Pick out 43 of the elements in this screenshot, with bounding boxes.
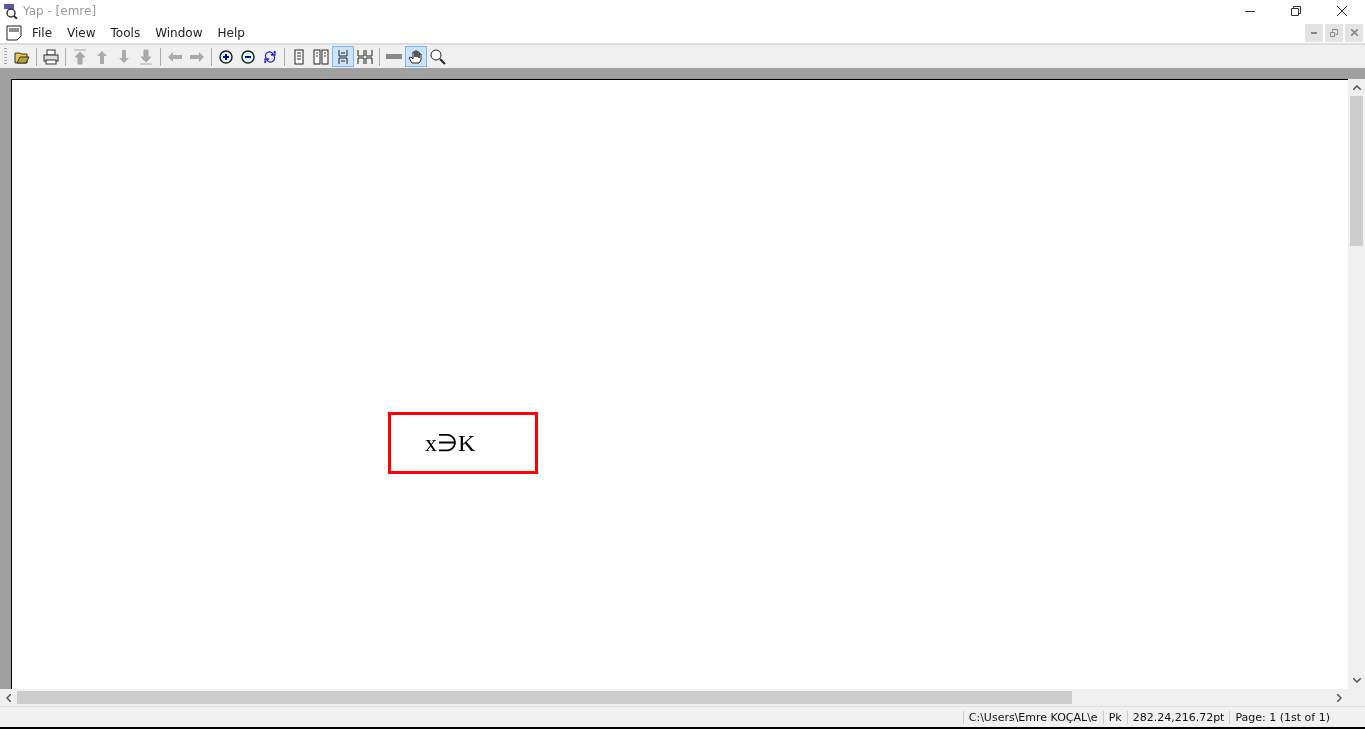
menu-item[interactable]: Tools	[103, 25, 149, 40]
close-icon	[1337, 6, 1347, 16]
magnifier-icon	[430, 48, 446, 65]
app-logo-icon	[3, 3, 19, 19]
menu-item[interactable]: File	[25, 25, 61, 40]
hand-icon	[408, 48, 424, 65]
restore-icon	[1291, 6, 1301, 16]
continuous-two-pages-icon	[357, 48, 373, 65]
vertical-scrollbar-thumb[interactable]	[1350, 96, 1363, 246]
ruler-icon	[386, 54, 402, 59]
zoom-out-icon	[240, 48, 256, 65]
status-field: 282.24,216.72pt	[1126, 710, 1230, 724]
child-minimize-button[interactable]	[1305, 23, 1323, 42]
status-field: C:\Users\Emre KOÇAL\e	[962, 710, 1103, 724]
chevron-down-icon	[1352, 678, 1361, 683]
status-field: Pk	[1102, 710, 1127, 724]
restore-icon	[1330, 28, 1338, 37]
arrow-down-bar-icon	[138, 48, 154, 65]
arrow-up-bar-icon	[72, 48, 88, 65]
horizontal-scrollbar-thumb[interactable]	[17, 691, 1072, 704]
toolbar-button[interactable]	[405, 46, 427, 67]
minimize-icon	[1245, 10, 1255, 12]
math-formula: x∋K	[388, 412, 538, 474]
chevron-up-icon	[1352, 85, 1361, 90]
child-close-button[interactable]	[1345, 23, 1363, 42]
child-restore-button[interactable]	[1325, 23, 1343, 42]
printer-icon	[43, 48, 59, 65]
continuous-page-icon	[335, 48, 351, 65]
status-field: Page: 1 (1st of 1)	[1229, 710, 1335, 724]
two-pages-icon	[313, 48, 329, 65]
menu-item[interactable]: Window	[148, 25, 211, 40]
menu-item[interactable]: View	[60, 25, 104, 40]
close-icon	[1350, 29, 1358, 36]
minimize-icon	[1311, 31, 1317, 34]
document-icon[interactable]	[6, 24, 22, 41]
chevron-right-icon	[1337, 693, 1342, 702]
toolbar-button[interactable]	[40, 46, 62, 67]
zoom-in-icon	[218, 48, 234, 65]
chevron-left-icon	[6, 693, 11, 702]
window-title: Yap - [emre]	[23, 4, 98, 18]
refresh-icon	[262, 48, 278, 65]
single-page-icon	[291, 48, 307, 65]
menu-item[interactable]: Help	[210, 25, 253, 40]
